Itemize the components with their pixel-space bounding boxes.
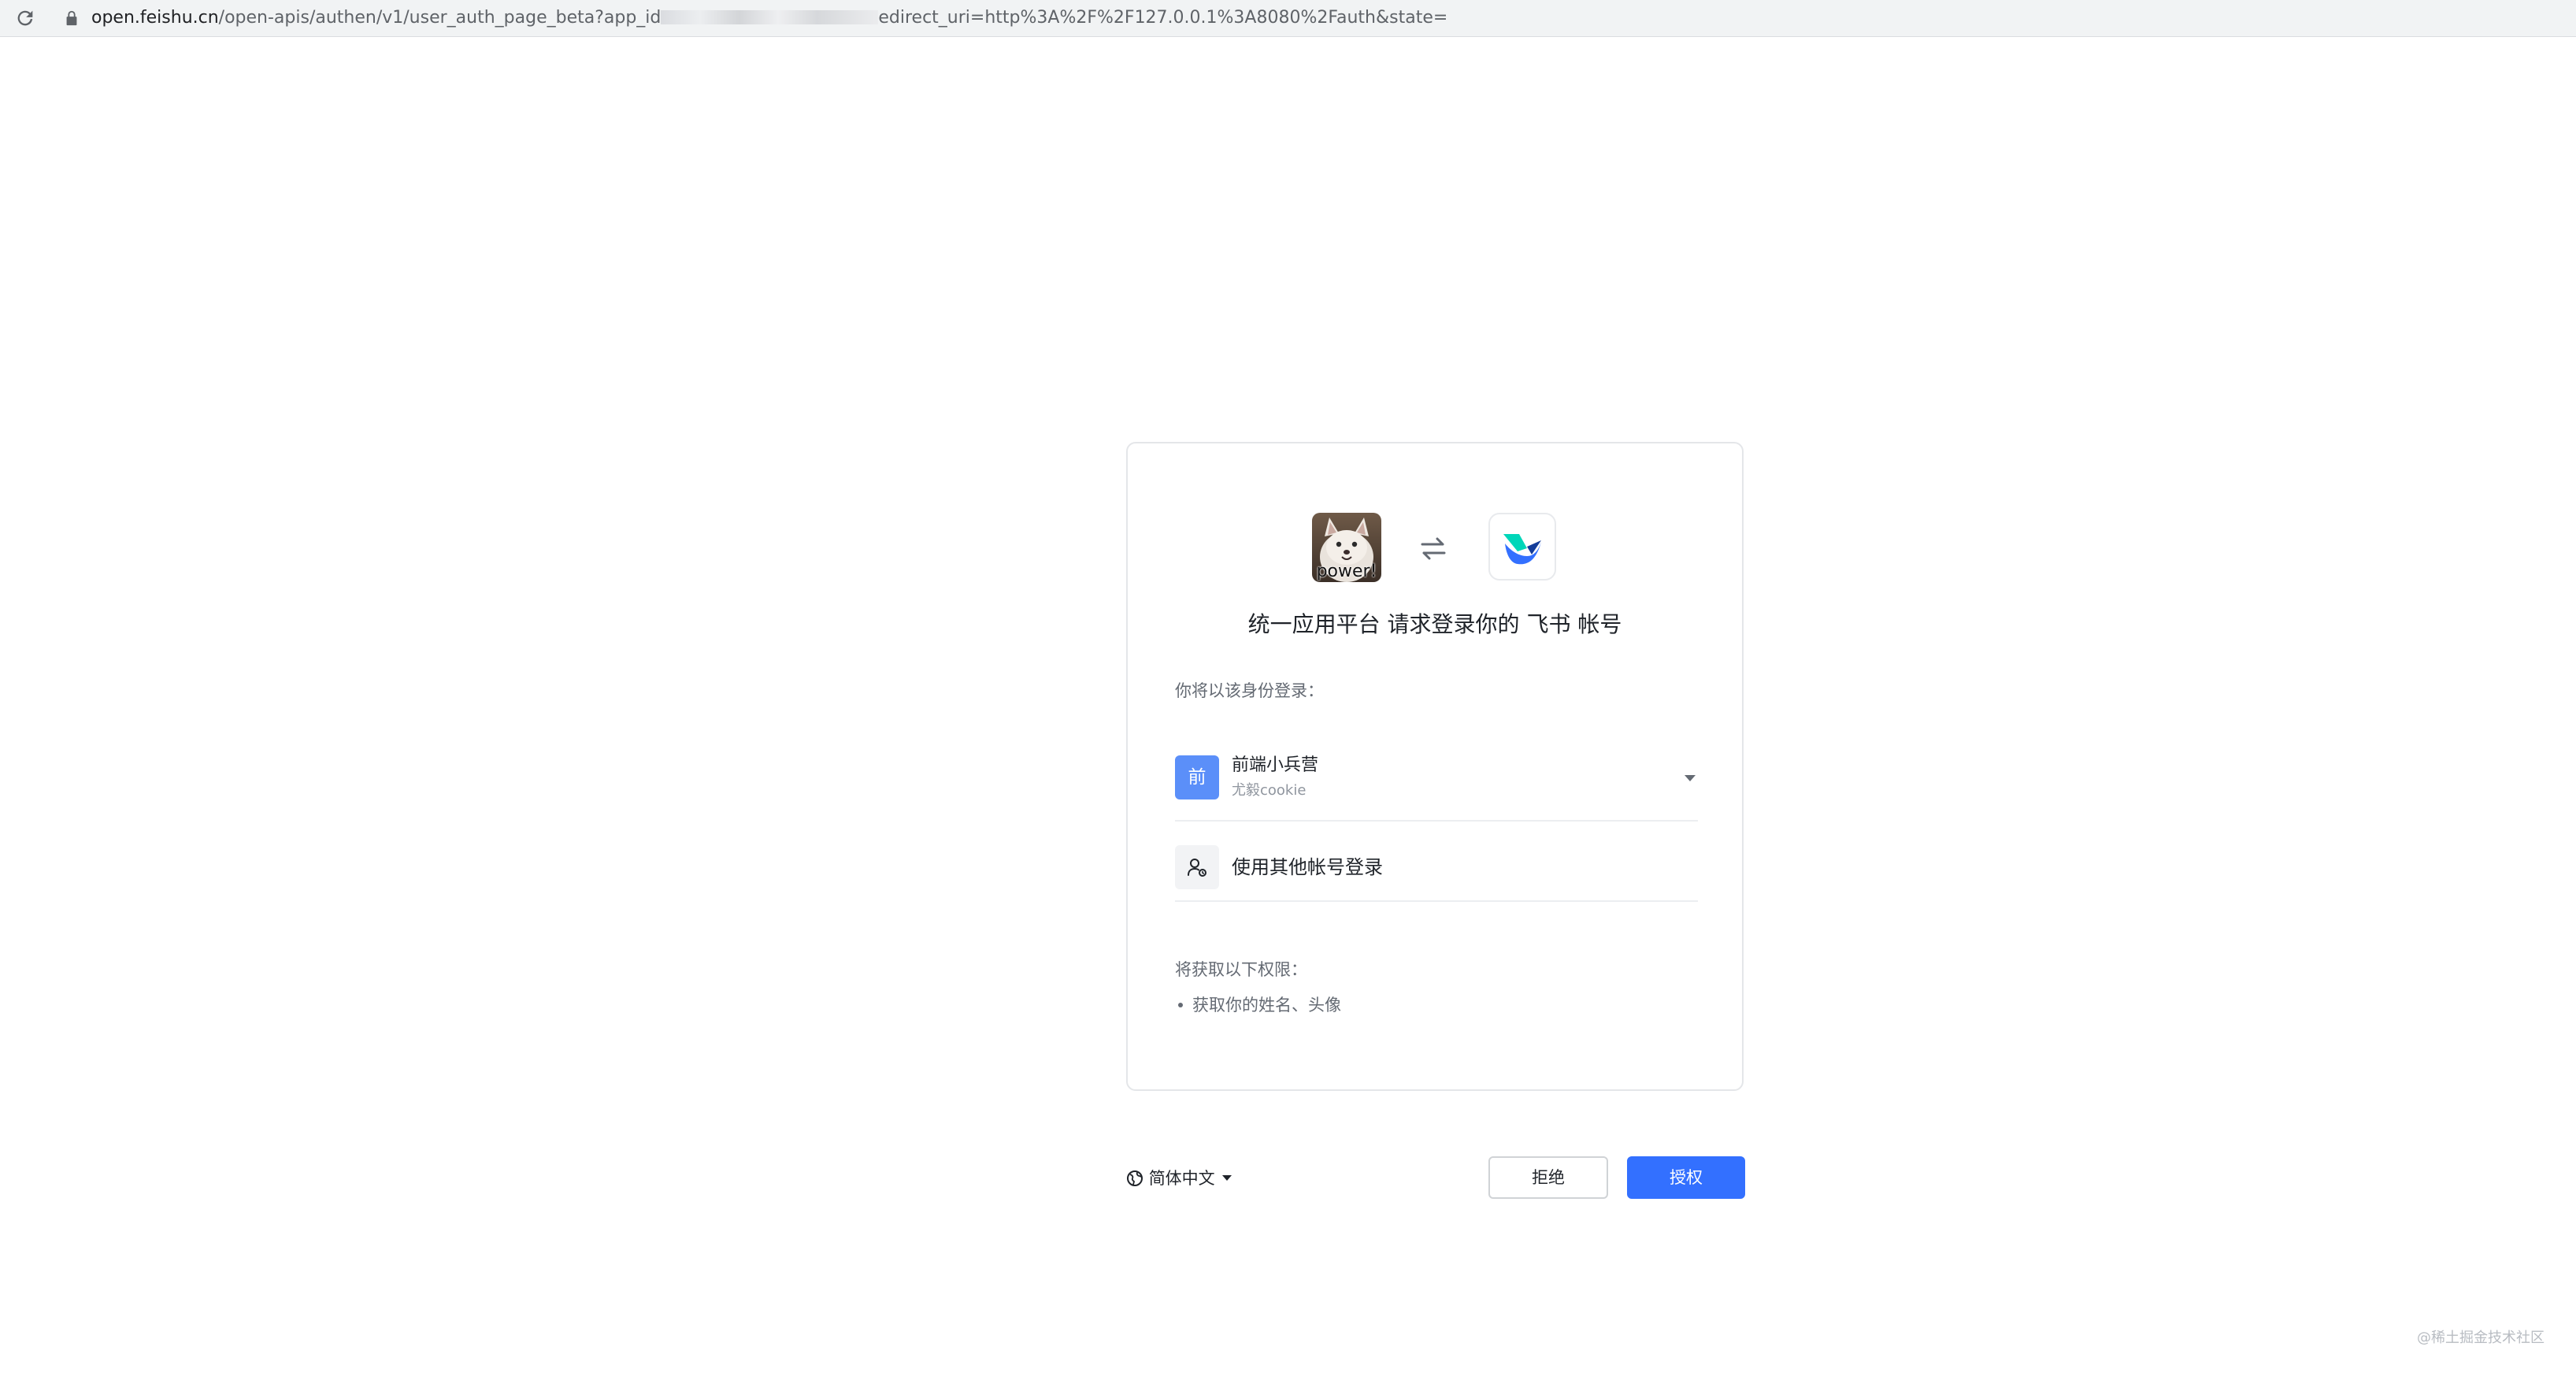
caret-down-icon [1221,1175,1232,1181]
identity-label: 你将以该身份登录： [1175,681,1324,700]
language-selector[interactable]: 简体中文 [1126,1166,1232,1191]
permission-item: 获取你的姓名、头像 [1175,993,1341,1017]
url-host: open.feishu.cn [91,8,219,28]
url-tail: edirect_uri=http%3A%2F%2F127.0.0.1%3A808… [878,8,1448,28]
feishu-logo [1488,513,1556,581]
watermark: @稀土掘金技术社区 [2417,1330,2544,1346]
switch-user-icon [1175,845,1219,889]
language-label: 简体中文 [1148,1169,1215,1188]
other-account-label: 使用其他帐号登录 [1232,856,1383,878]
url-path: /open-apis/authen/v1/user_auth_page_beta… [218,8,662,28]
reload-icon[interactable] [14,7,36,29]
address-text[interactable]: open.feishu.cn/open-apis/authen/v1/user_… [91,0,1447,36]
auth-title: 统一应用平台 请求登录你的 飞书 帐号 [1247,611,1622,637]
org-icon: 前 [1175,755,1219,799]
other-account-button[interactable]: 使用其他帐号登录 [1175,836,1698,899]
account-selector[interactable]: 前 前端小兵营 尤毅cookie [1175,751,1698,812]
user-name: 尤毅cookie [1232,782,1307,799]
browser-url-bar[interactable]: open.feishu.cn/open-apis/authen/v1/user_… [0,0,2576,37]
app-avatar: power! [1312,513,1381,582]
permissions-label: 将获取以下权限： [1175,960,1307,979]
globe-icon [1127,1170,1143,1186]
divider [1175,900,1698,902]
divider [1175,820,1698,822]
lock-icon[interactable] [63,9,80,27]
feishu-logo-icon [1503,534,1541,565]
chevron-down-icon[interactable] [1682,773,1698,784]
permission-text: 获取你的姓名、头像 [1192,996,1341,1015]
reject-button[interactable]: 拒绝 [1488,1156,1608,1199]
app-avatar-caption: power! [1316,562,1377,581]
auth-card: power! 统一应用平台 请求登录你的 飞书 帐号 你将以该身份登录： 前 前… [1126,442,1744,1091]
swap-arrows-icon [1421,537,1446,560]
authorize-button[interactable]: 授权 [1627,1156,1745,1199]
org-name: 前端小兵营 [1232,755,1319,775]
redacted-app-id [661,10,879,24]
bullet-icon [1178,1002,1183,1007]
